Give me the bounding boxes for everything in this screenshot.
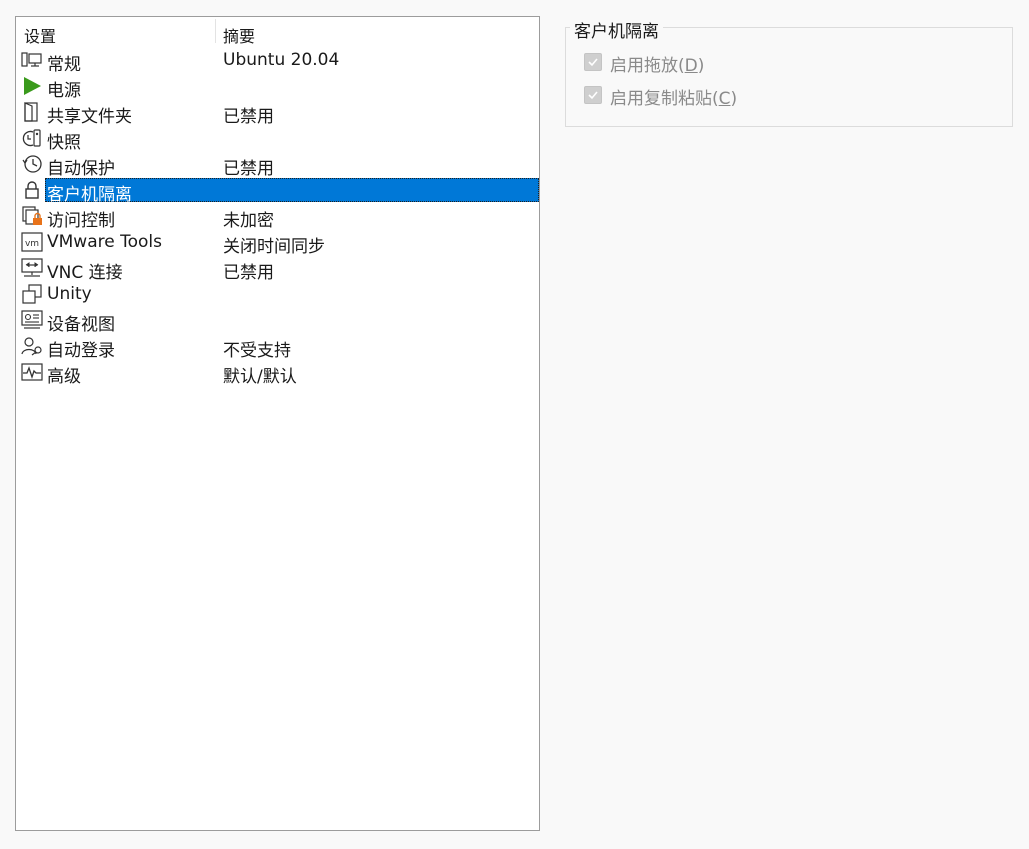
column-header-summary[interactable]: 摘要 — [223, 23, 255, 47]
column-divider[interactable] — [215, 19, 216, 43]
snapshot-icon — [21, 128, 43, 148]
item-label: Unity — [47, 284, 92, 304]
list-item-guest-isolation[interactable]: 客户机隔离 — [16, 177, 539, 205]
item-summary: 已禁用 — [223, 159, 274, 179]
checkbox-checked[interactable] — [584, 86, 602, 104]
list-item-vmware-tools[interactable]: vm VMware Tools 关闭时间同步 — [16, 229, 539, 257]
settings-list[interactable]: 设置 摘要 常规 Ubuntu 20.04 电源 共享文件夹 已禁用 快照 自动… — [15, 16, 540, 831]
column-header-settings[interactable]: 设置 — [24, 23, 56, 47]
autologin-icon — [21, 336, 43, 356]
item-summary: 不受支持 — [223, 341, 291, 361]
item-label: 常规 — [47, 55, 81, 75]
item-summary: 已禁用 — [223, 107, 274, 127]
list-item-unity[interactable]: Unity — [16, 281, 539, 307]
item-summary: 关闭时间同步 — [223, 237, 325, 257]
item-label: 设备视图 — [47, 315, 115, 335]
list-item-autoprotect[interactable]: 自动保护 已禁用 — [16, 151, 539, 179]
list-item-power[interactable]: 电源 — [16, 73, 539, 101]
advanced-icon — [21, 362, 43, 382]
checkbox-label: 启用复制粘贴(C) — [610, 89, 738, 109]
item-label: 快照 — [47, 133, 81, 153]
list-item-vnc[interactable]: VNC 连接 已禁用 — [16, 255, 539, 283]
monitor-icon — [21, 50, 43, 70]
list-item-general[interactable]: 常规 Ubuntu 20.04 — [16, 47, 539, 75]
item-label: 自动登录 — [47, 341, 115, 361]
svg-text:vm: vm — [25, 239, 39, 249]
checkmark-icon — [588, 58, 598, 67]
guest-isolation-group — [565, 27, 1013, 127]
item-summary: 已禁用 — [223, 263, 274, 283]
list-item-access-control[interactable]: 访问控制 未加密 — [16, 203, 539, 231]
shared-folder-icon — [21, 102, 43, 122]
item-label: 访问控制 — [47, 211, 115, 231]
item-label: 共享文件夹 — [47, 107, 132, 127]
checkbox-label: 启用拖放(D) — [610, 56, 705, 76]
unity-icon — [21, 284, 43, 304]
list-item-advanced[interactable]: 高级 默认/默认 — [16, 359, 539, 387]
item-label: 客户机隔离 — [47, 185, 132, 205]
list-item-appliance-view[interactable]: 设备视图 — [16, 307, 539, 335]
item-label: VNC 连接 — [47, 263, 123, 283]
item-summary: 默认/默认 — [223, 367, 297, 387]
item-summary: Ubuntu 20.04 — [223, 50, 340, 70]
vnc-icon — [21, 258, 43, 278]
list-item-shared-folders[interactable]: 共享文件夹 已禁用 — [16, 99, 539, 127]
item-label: 高级 — [47, 367, 81, 387]
item-label: VMware Tools — [47, 232, 162, 252]
item-summary: 未加密 — [223, 211, 274, 231]
lock-icon — [21, 180, 43, 200]
appliance-view-icon — [21, 310, 43, 330]
vm-icon: vm — [21, 232, 43, 252]
play-icon — [21, 76, 43, 96]
group-title: 客户机隔离 — [570, 17, 663, 42]
item-label: 自动保护 — [47, 159, 115, 179]
list-item-autologin[interactable]: 自动登录 不受支持 — [16, 333, 539, 361]
list-item-snapshots[interactable]: 快照 — [16, 125, 539, 153]
checkmark-icon — [588, 91, 598, 100]
list-header: 设置 摘要 — [16, 17, 539, 47]
item-label: 电源 — [47, 81, 81, 101]
checkbox-checked[interactable] — [584, 53, 602, 71]
clock-icon — [21, 154, 43, 174]
access-control-icon — [21, 206, 43, 226]
